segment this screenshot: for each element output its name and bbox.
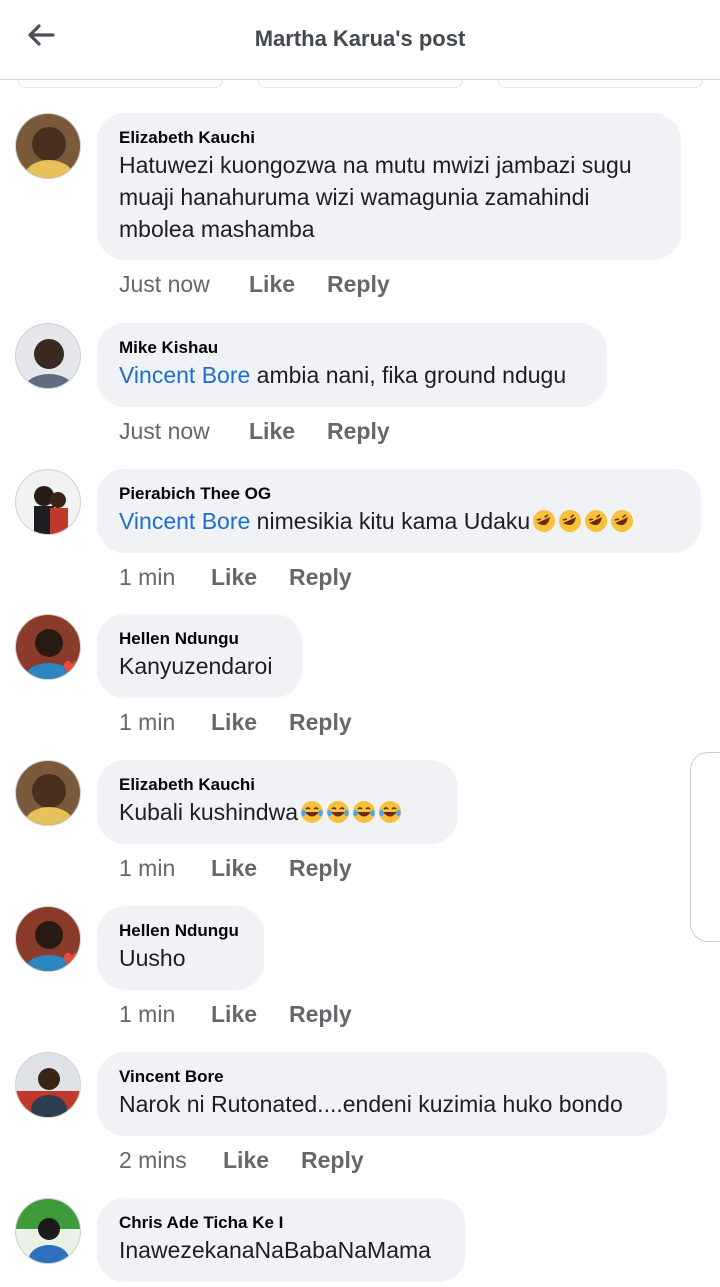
like-button[interactable]: Like (223, 1147, 301, 1174)
reply-button[interactable]: Reply (289, 564, 352, 591)
comment-author[interactable]: Hellen Ndungu (119, 628, 280, 650)
avatar[interactable] (15, 1052, 81, 1118)
avatar[interactable] (15, 113, 81, 179)
reaction-chip-peek (258, 80, 463, 88)
reply-button[interactable]: Reply (301, 1147, 364, 1174)
comment-text: Kanyuzendaroi (119, 653, 273, 679)
comment-timestamp: 1 min (119, 1001, 176, 1027)
comment-text: Narok ni Rutonated....endeni kuzimia huk… (119, 1091, 623, 1117)
comment-bubble[interactable]: Elizabeth Kauchi Kubali kushindwa (97, 760, 458, 844)
comment-actions: 1 min Like Reply (119, 564, 352, 591)
comment-text: Kubali kushindwa (119, 796, 436, 828)
comment-author[interactable]: Hellen Ndungu (119, 920, 242, 942)
comment-actions: Just now Like Reply (119, 271, 390, 298)
comment-bubble[interactable]: Vincent Bore Narok ni Rutonated....enden… (97, 1052, 667, 1136)
rolling-laughing-emoji (559, 510, 582, 532)
comment-author[interactable]: Elizabeth Kauchi (119, 774, 436, 796)
comment-author[interactable]: Pierabich Thee OG (119, 483, 679, 505)
comment-timestamp: Just now (119, 418, 210, 444)
scroll-handle[interactable] (690, 752, 720, 942)
reply-button[interactable]: Reply (289, 855, 352, 882)
avatar[interactable] (15, 614, 81, 680)
like-button[interactable]: Like (211, 855, 289, 882)
comment-timestamp: 1 min (119, 564, 176, 590)
reply-button[interactable]: Reply (327, 271, 390, 298)
comment-author[interactable]: Mike Kishau (119, 337, 585, 359)
comment-author[interactable]: Vincent Bore (119, 1066, 645, 1088)
reply-button[interactable]: Reply (289, 1001, 352, 1028)
comment-bubble[interactable]: Chris Ade Ticha Ke I InawezekanaNaBabaNa… (97, 1198, 466, 1282)
comment-actions: 1 min Like Reply (119, 709, 352, 736)
comment-author[interactable]: Elizabeth Kauchi (119, 127, 659, 149)
tears-of-joy-emoji-group (298, 799, 402, 825)
reply-button[interactable]: Reply (289, 709, 352, 736)
mention-link[interactable]: Vincent Bore (119, 508, 250, 534)
comment-text-body: Kubali kushindwa (119, 799, 299, 825)
page-title: Martha Karua's post (254, 26, 466, 51)
comment-actions: Just now Like Reply (119, 418, 390, 445)
comment-text: Uusho (119, 945, 186, 971)
comment-actions: 2 mins Like Reply (119, 1147, 364, 1174)
comment-actions: 1 min Like Reply (119, 1001, 352, 1028)
avatar[interactable] (15, 1198, 81, 1264)
avatar[interactable] (15, 906, 81, 972)
avatar[interactable] (15, 323, 81, 389)
comment-text: Hatuwezi kuongozwa na mutu mwizi jambazi… (119, 152, 639, 242)
tears-of-joy-emoji (301, 801, 324, 823)
reply-button[interactable]: Reply (327, 418, 390, 445)
comment-author[interactable]: Chris Ade Ticha Ke I (119, 1212, 444, 1234)
like-button[interactable]: Like (211, 1001, 289, 1028)
reaction-chip-peek (18, 80, 223, 88)
comment-timestamp: Just now (119, 271, 210, 297)
avatar[interactable] (15, 469, 81, 535)
top-bar: Martha Karua's post (0, 0, 720, 80)
tears-of-joy-emoji (353, 801, 376, 823)
comment-text-body: nimesikia kitu kama Udaku (250, 508, 531, 534)
rolling-laughing-emoji (611, 510, 634, 532)
rolling-laughing-emoji-group (530, 508, 634, 534)
comment-bubble[interactable]: Hellen Ndungu Kanyuzendaroi (97, 614, 302, 698)
comment-text: Vincent Bore ambia nani, fika ground ndu… (119, 359, 585, 391)
like-button[interactable]: Like (249, 271, 327, 298)
tears-of-joy-emoji (379, 801, 402, 823)
rolling-laughing-emoji (585, 510, 608, 532)
comment-text: Vincent Bore nimesikia kitu kama Udaku (119, 505, 679, 537)
comment-actions: 1 min Like Reply (119, 855, 352, 882)
comment-timestamp: 1 min (119, 855, 176, 881)
comment-timestamp: 2 mins (119, 1147, 187, 1173)
comment-bubble[interactable]: Pierabich Thee OG Vincent Bore nimesikia… (97, 469, 701, 553)
tears-of-joy-emoji (327, 801, 350, 823)
like-button[interactable]: Like (211, 709, 289, 736)
comment-bubble[interactable]: Elizabeth Kauchi Hatuwezi kuongozwa na m… (97, 113, 681, 260)
like-button[interactable]: Like (249, 418, 327, 445)
rolling-laughing-emoji (533, 510, 556, 532)
reaction-chip-peek (498, 80, 703, 88)
mention-link[interactable]: Vincent Bore (119, 362, 250, 388)
comment-bubble[interactable]: Hellen Ndungu Uusho (97, 906, 264, 990)
avatar[interactable] (15, 760, 81, 826)
comment-timestamp: 1 min (119, 709, 176, 735)
comment-text-body: ambia nani, fika ground ndugu (250, 362, 567, 388)
comment-bubble[interactable]: Mike Kishau Vincent Bore ambia nani, fik… (97, 323, 607, 407)
comment-text: InawezekanaNaBabaNaMama (119, 1237, 431, 1263)
like-button[interactable]: Like (211, 564, 289, 591)
